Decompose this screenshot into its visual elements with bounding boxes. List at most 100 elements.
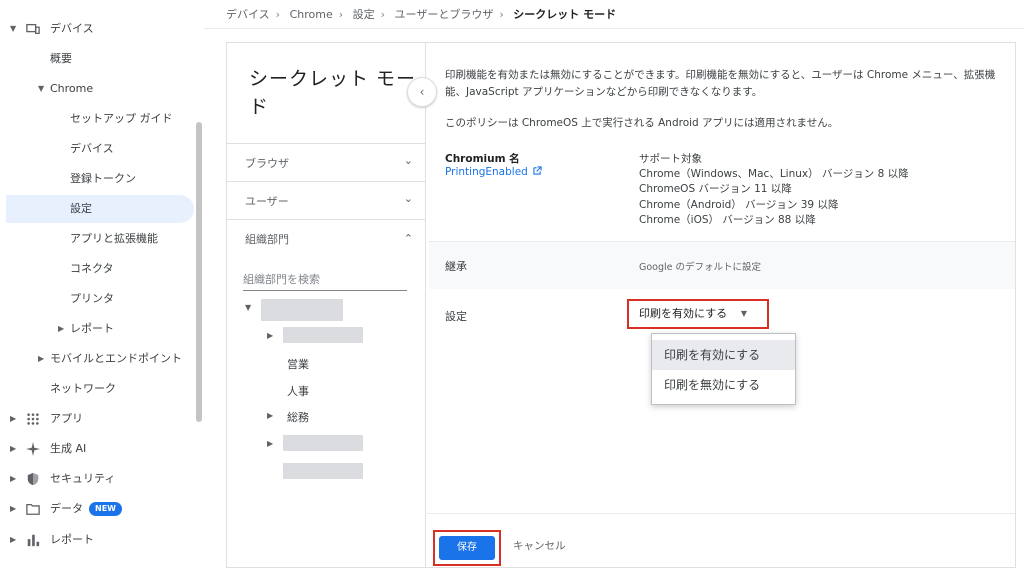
redacted-org-unit[interactable] [283, 463, 363, 479]
support-line: Chrome（Windows、Mac、Linux） バージョン 8 以降 [639, 168, 909, 180]
breadcrumb-devices[interactable]: デバイス [226, 8, 270, 21]
chevron-right-icon: › [275, 8, 281, 21]
caret-right-icon: ▶ [10, 474, 17, 483]
save-highlight: 保存 [433, 530, 501, 566]
nav-label: データ NEW [50, 495, 122, 523]
redacted-org-unit[interactable] [283, 435, 363, 451]
org-panel: シークレット モード ブラウザ ⌄ ユーザー ⌄ 組織部門 ⌃ 組織部門を検索 … [227, 43, 426, 567]
setting-dropdown-menu: 印刷を有効にする 印刷を無効にする [651, 333, 796, 405]
setting-label: 設定 [445, 310, 467, 323]
breadcrumb-current: シークレット モード [513, 8, 617, 21]
breadcrumb-chrome[interactable]: Chrome [290, 8, 333, 21]
policy-content: 印刷機能を有効または無効にすることができます。印刷機能を無効にすると、ユーザーは… [427, 43, 1015, 513]
chromium-name-link[interactable]: PrintingEnabled [445, 166, 542, 178]
nav-item-apps[interactable]: ▶ アプリ [0, 405, 200, 433]
nav-scrollbar[interactable] [196, 122, 202, 422]
printing-setting-select[interactable]: 印刷を有効にする ▼ [627, 299, 769, 329]
save-button[interactable]: 保存 [439, 536, 495, 560]
nav-item-gen-ai[interactable]: ▶ 生成 AI [0, 435, 200, 463]
chevron-right-icon: › [338, 8, 344, 21]
chevron-down-icon: ⌄ [403, 192, 413, 205]
section-browser[interactable]: ブラウザ ⌄ [227, 143, 425, 181]
nav-item-reports[interactable]: ▶ レポート [0, 526, 200, 554]
breadcrumb: デバイス › Chrome › 設定 › ユーザーとブラウザ › シークレット モード [226, 6, 616, 24]
option-enable-printing[interactable]: 印刷を有効にする [652, 340, 795, 370]
sparkle-icon [26, 442, 40, 456]
caret-right-icon: ▶ [10, 535, 17, 544]
caret-right-icon: ▶ [10, 444, 17, 453]
support-label: サポート対象 [639, 153, 702, 165]
option-disable-printing[interactable]: 印刷を無効にする [652, 370, 795, 400]
settings-card: シークレット モード ブラウザ ⌄ ユーザー ⌄ 組織部門 ⌃ 組織部門を検索 … [226, 42, 1016, 568]
nav-label: アプリ [50, 412, 83, 425]
nav-label: レポート [70, 322, 114, 335]
chevron-down-icon: ⌄ [403, 154, 413, 167]
new-badge: NEW [89, 502, 122, 516]
chevron-up-icon: ⌃ [403, 232, 413, 245]
caret-down-icon[interactable]: ▼ [245, 303, 251, 312]
inherit-label: 継承 [445, 260, 467, 273]
policy-description: 印刷機能を有効または無効にすることができます。印刷機能を無効にすると、ユーザーは… [445, 69, 996, 98]
nav-item-chrome[interactable]: ▼ Chrome [0, 75, 200, 103]
nav-item-chrome-reports[interactable]: ▶ レポート [0, 315, 200, 343]
nav-item-enrollment-tokens[interactable]: 登録トークン [70, 165, 136, 193]
caret-right-icon: ▶ [38, 354, 45, 363]
nav-item-chrome-devices[interactable]: デバイス [70, 135, 114, 163]
support-line: Chrome（iOS） バージョン 88 以降 [639, 214, 816, 226]
caret-right-icon[interactable]: ▶ [267, 331, 273, 340]
chevron-right-icon: › [380, 8, 386, 21]
apps-grid-icon [27, 413, 39, 425]
nav-label: 生成 AI [50, 442, 87, 455]
caret-right-icon[interactable]: ▶ [267, 439, 273, 448]
nav-item-settings[interactable]: 設定 [6, 195, 194, 223]
nav-label: デバイス [50, 22, 94, 35]
tree-item-hr[interactable]: 人事 [287, 383, 309, 399]
nav-label: モバイルとエンドポイント [50, 352, 182, 365]
left-navigation: ▼ デバイス 概要 ▼ Chrome セットアップ ガイド デバイス 登録トーク… [0, 0, 204, 582]
dropdown-arrow-icon: ▼ [740, 309, 747, 318]
chevron-left-icon: ‹ [419, 85, 425, 99]
chromium-name-label: Chromium 名 [445, 153, 520, 165]
section-user[interactable]: ユーザー ⌄ [227, 181, 425, 219]
nav-item-connectors[interactable]: コネクタ [70, 255, 114, 283]
nav-item-data[interactable]: ▶ データ NEW [0, 495, 200, 523]
external-link-icon [533, 166, 542, 175]
link-text: PrintingEnabled [445, 166, 528, 178]
support-line: Chrome（Android） バージョン 39 以降 [639, 199, 839, 211]
section-label: ユーザー [245, 195, 289, 208]
org-search-input[interactable]: 組織部門を検索 [243, 269, 407, 291]
support-line: ChromeOS バージョン 11 以降 [639, 183, 792, 195]
page-title: シークレット モード [249, 68, 417, 118]
folder-icon [26, 503, 40, 515]
caret-right-icon[interactable]: ▶ [267, 411, 273, 420]
breadcrumb-users-browsers[interactable]: ユーザーとブラウザ [395, 8, 494, 21]
devices-icon [26, 23, 40, 35]
chevron-right-icon: › [499, 8, 504, 21]
nav-label-text: データ [50, 502, 83, 515]
nav-item-network[interactable]: ネットワーク [50, 375, 116, 403]
caret-right-icon: ▶ [58, 324, 65, 333]
nav-item-setup-guide[interactable]: セットアップ ガイド [70, 105, 173, 133]
nav-label: レポート [50, 533, 94, 546]
shield-icon [27, 472, 39, 486]
cancel-button[interactable]: キャンセル [513, 538, 566, 553]
section-label: 組織部門 [245, 233, 289, 246]
nav-item-apps-extensions[interactable]: アプリと拡張機能 [70, 225, 158, 253]
inherit-value: Google のデフォルトに設定 [639, 262, 762, 273]
nav-item-printers[interactable]: プリンタ [70, 285, 114, 313]
nav-item-mobile-endpoints[interactable]: ▶ モバイルとエンドポイント [0, 345, 200, 373]
caret-down-icon: ▼ [10, 24, 17, 33]
divider [204, 28, 1024, 29]
breadcrumb-settings[interactable]: 設定 [353, 8, 375, 21]
section-label: ブラウザ [245, 157, 289, 170]
redacted-org-root[interactable] [261, 299, 343, 321]
nav-item-security[interactable]: ▶ セキュリティ [0, 465, 200, 493]
nav-item-overview[interactable]: 概要 [50, 45, 72, 73]
nav-label: セキュリティ [50, 472, 116, 485]
section-org-units[interactable]: 組織部門 ⌃ [227, 219, 425, 257]
tree-item-sales[interactable]: 営業 [287, 356, 309, 372]
nav-item-devices[interactable]: ▼ デバイス [0, 15, 200, 43]
tree-item-general-affairs[interactable]: 総務 [287, 409, 309, 425]
redacted-org-unit[interactable] [283, 327, 363, 343]
bar-chart-icon [27, 534, 40, 547]
